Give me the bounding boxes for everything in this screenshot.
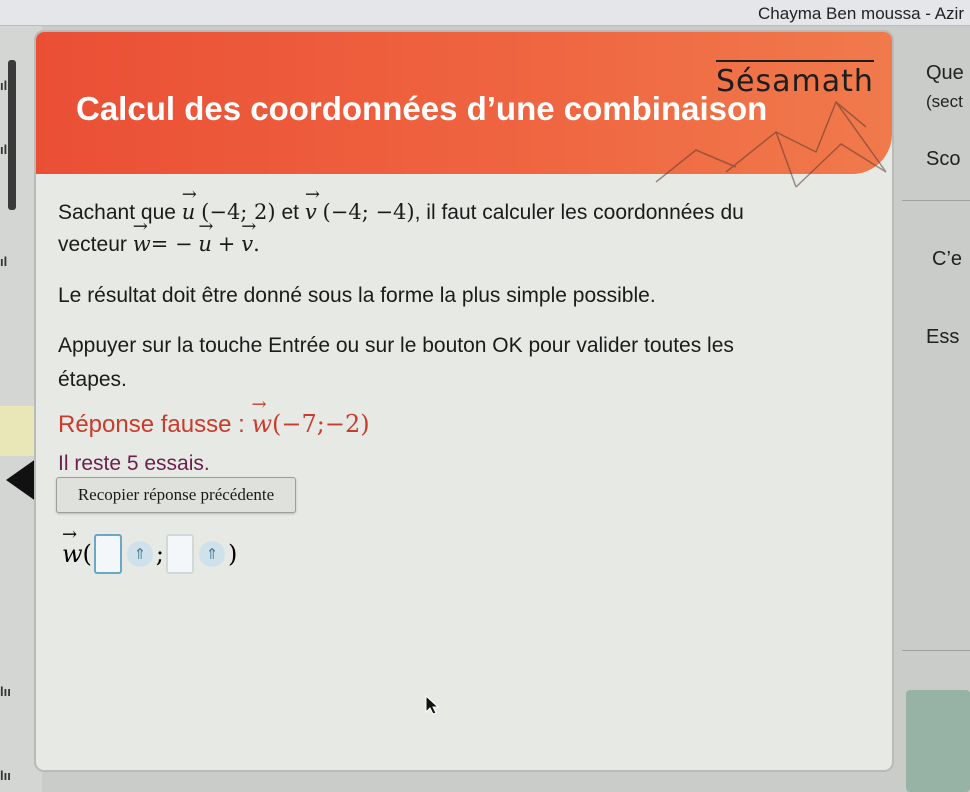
right-panel-section: (sect [926,92,963,111]
wrong-answer-value: (−7;−2) [272,410,370,438]
keyboard-toggle-icon[interactable]: ⇑ [126,541,153,567]
right-panel-ok-area[interactable] [906,690,970,792]
wrong-answer-feedback: Réponse fausse : w(−7;−2) [58,394,370,439]
left-mark: ıl [0,254,8,269]
tries-remaining: Il reste 5 essais. [58,452,210,475]
user-name[interactable]: Chayma Ben moussa - Azir [758,4,964,24]
right-panel-ce: C’e [932,248,963,270]
expression-v: v [241,216,256,256]
exercise-banner: Sésamath Calcul des coordonnées d’une co… [36,32,892,188]
left-mark: lıı [0,684,11,699]
intro-text: Sachant que [58,201,176,224]
wrong-answer-label: Réponse fausse : [58,411,252,438]
exercise-card: Sésamath Calcul des coordonnées d’une co… [34,30,894,772]
feedback-vector-w: w [251,394,272,438]
vector-w: w [133,216,151,256]
keyboard-toggle-icon[interactable]: ⇑ [199,541,226,567]
browser-top-bar: Chayma Ben moussa - Azir [0,0,970,26]
right-panel-que: Que [926,62,964,84]
exercise-title: Calcul des coordonnées d’une combinaison [76,90,768,127]
expression-equals-minus: = − [150,232,193,256]
question-line-1: Sachant que u (−4; 2) et v (−4; −4), il … [58,184,744,225]
vector-v: v [305,184,320,224]
right-side-panel: Que (sect Sco C’e Ess [896,30,970,792]
right-panel-essai: Ess [926,326,960,348]
expression-u: u [198,216,213,256]
left-mark: lıı [0,768,11,783]
answer-input-row: w ( ⇑ ; ⇑ ) [62,524,238,574]
et-text: et [281,201,299,224]
simple-form-note: Le résultat doit être donné sous la form… [58,284,656,307]
answer-open-paren: ( [82,540,92,568]
v-coordinates: (−4; −4) [322,200,415,224]
right-panel-score: Sco [926,148,961,170]
left-mark: ıl [0,142,8,157]
answer-separator: ; [155,540,165,568]
instruction-line-2: étapes. [58,368,127,391]
right-panel-divider [902,650,970,651]
vector-u: u [182,184,197,224]
left-scroll-bar [8,60,16,210]
left-highlight-tab [0,406,34,456]
x-coordinate-input[interactable] [93,534,122,574]
left-mark: ıl [0,78,8,93]
question-line-2: vecteur w= − u + v. [58,216,260,257]
mouse-cursor-icon [425,694,440,715]
expression-plus: + [217,232,236,256]
right-panel-divider [902,200,970,201]
answer-close-paren: ) [228,540,238,568]
instruction-line-1: Appuyer sur la touche Entrée ou sur le b… [58,334,734,357]
y-coordinate-input[interactable] [166,534,195,574]
question-continuation: , il faut calculer les coordonnées du [414,201,744,224]
copy-previous-answer-button[interactable]: Recopier réponse précédente [56,477,296,513]
vecteur-text: vecteur [58,233,127,256]
answer-vector-w: w [62,524,83,568]
